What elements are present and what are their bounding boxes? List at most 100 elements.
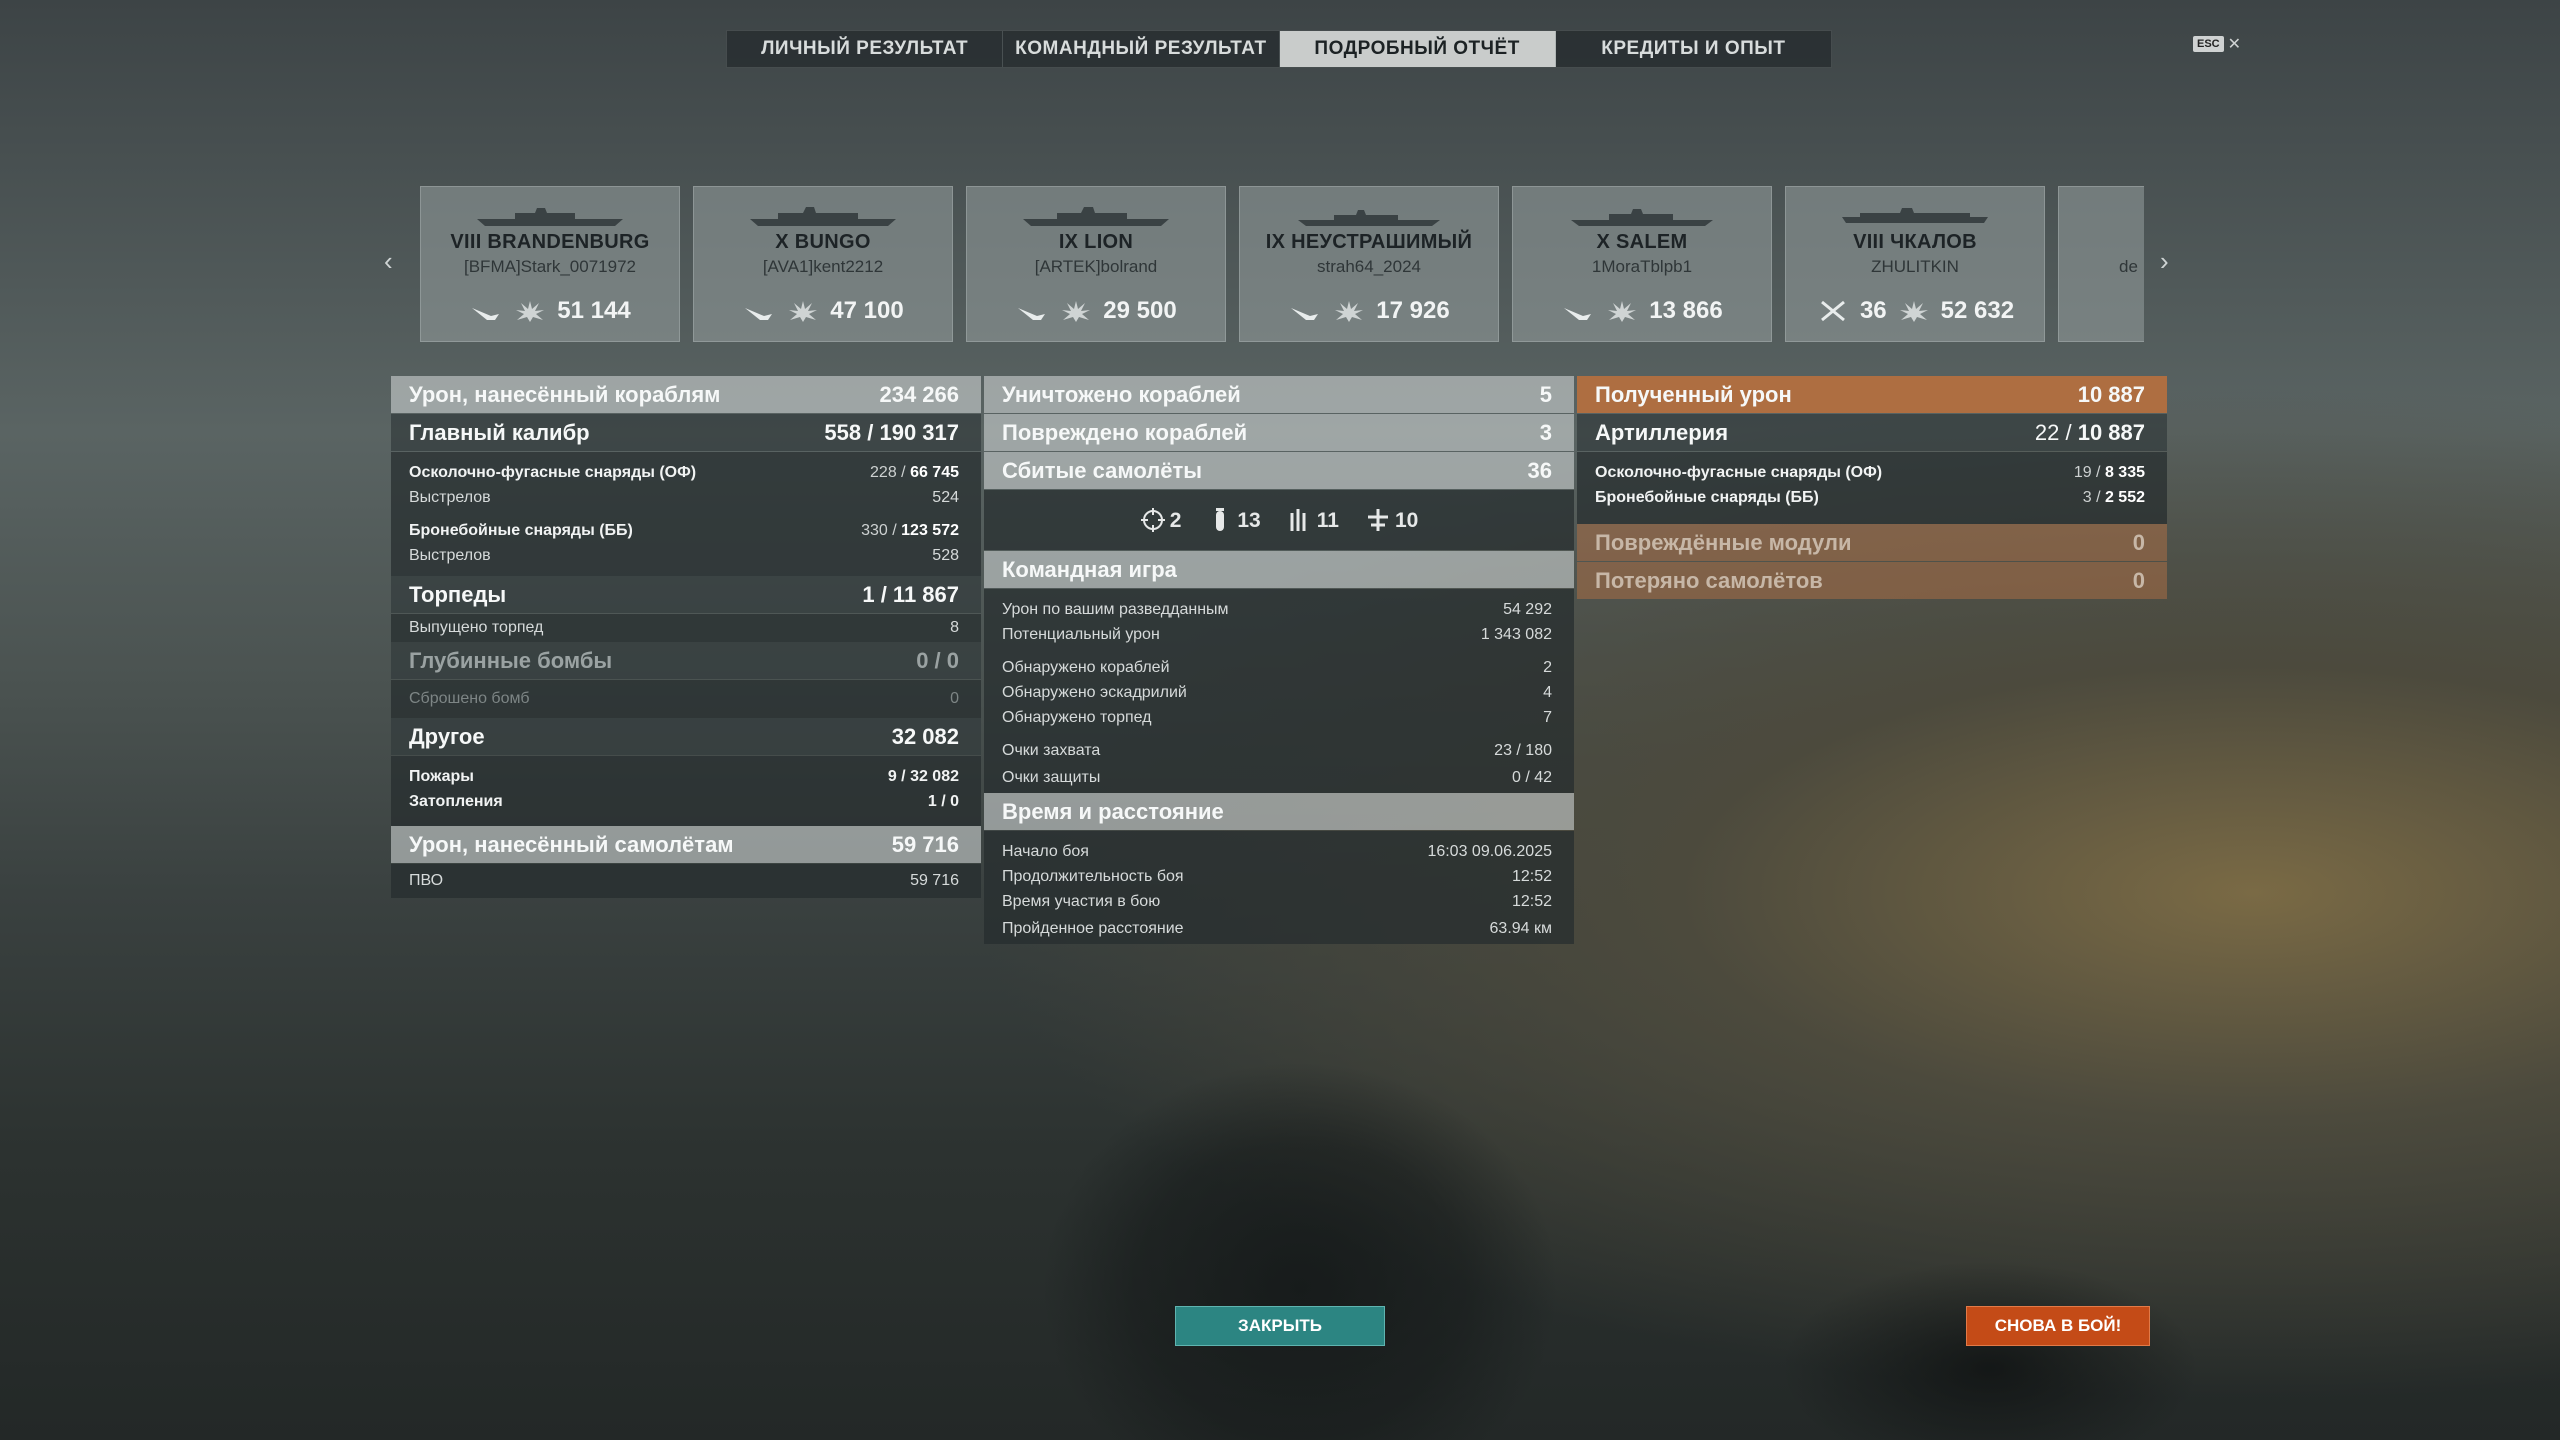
- battle-again-button[interactable]: СНОВА В БОЙ!: [1966, 1306, 2150, 1346]
- team-row-label: Урон по вашим разведданным: [1002, 600, 1229, 618]
- team-row-value: 1 343 082: [1480, 625, 1552, 643]
- received-he-label: Осколочно-фугасные снаряды (ОФ): [1595, 463, 1883, 481]
- torpedoes-row: Торпеды 1 / 11 867: [391, 576, 981, 613]
- ship-silhouette-icon: [1571, 209, 1713, 226]
- bombers-count: 13: [1237, 509, 1261, 532]
- ship-card[interactable]: VIII BRANDENBURG [BFMA]Stark_0071972 51 …: [420, 186, 680, 342]
- he-label: Осколочно-фугасные снаряды (ОФ): [409, 463, 697, 481]
- received-he-damage: 8 335: [2104, 463, 2145, 481]
- team-row-value: 54 292: [1503, 600, 1552, 618]
- ship-card[interactable]: IX LION [ARTEK]bolrand 29 500: [966, 186, 1226, 342]
- close-button[interactable]: ЗАКРЫТЬ: [1175, 1306, 1385, 1346]
- planes-lost-row: Потеряно самолётов 0: [1577, 562, 2167, 599]
- time-row-label: Время участия в бою: [1002, 892, 1161, 910]
- team-row: Обнаружено торпед 7: [984, 705, 1574, 730]
- time-row-label: Пройденное расстояние: [1002, 920, 1184, 937]
- main-battery-label: Главный калибр: [409, 419, 590, 445]
- ship-name: IX LION: [1058, 231, 1134, 253]
- main-battery-damage: 190 317: [879, 419, 959, 445]
- ship-damage-row: Урон, нанесённый кораблям 234 266: [391, 376, 981, 413]
- plane-damage-row: Урон, нанесённый самолётам 59 716: [391, 826, 981, 863]
- plane-damage-label: Урон, нанесённый самолётам: [409, 831, 734, 857]
- tab-team-result[interactable]: КОМАНДНЫЙ РЕЗУЛЬТАТ: [1003, 31, 1280, 67]
- chevron-right-icon[interactable]: ›: [2160, 246, 2169, 277]
- player-name: 1MoraTblpb1: [1591, 257, 1693, 276]
- ribbon-main-battery-icon: [745, 308, 773, 320]
- depth-dropped-value: 0: [950, 690, 959, 707]
- crosshair-icon: [1140, 508, 1165, 532]
- he-damage: 66 745: [910, 463, 959, 481]
- torpedoes-label: Торпеды: [409, 581, 507, 607]
- time-row-value: 12:52: [1511, 892, 1552, 910]
- team-row: Обнаружено эскадрилий 4: [984, 680, 1574, 705]
- team-row: Урон по вашим разведданным 54 292: [984, 597, 1574, 622]
- damage-burst-icon: [1335, 301, 1364, 322]
- damage-burst-icon: [516, 301, 545, 322]
- plane-damage-value: 59 716: [891, 831, 959, 857]
- depth-charges-label: Глубинные бомбы: [409, 647, 613, 673]
- damaged-modules-row: Повреждённые модули 0: [1577, 524, 2167, 561]
- team-play-header: Командная игра: [984, 551, 1574, 588]
- ship-card[interactable]: de: [2058, 186, 2144, 342]
- time-row-label: Продолжительность боя: [1002, 867, 1184, 885]
- he-shots-value: 524: [932, 488, 959, 506]
- damage-burst-icon: [789, 301, 818, 322]
- depth-charges-row: Глубинные бомбы 0 / 0: [391, 642, 981, 679]
- artillery-row: Артиллерия 22 / 10 887: [1577, 414, 2167, 451]
- spacer: [1577, 510, 2167, 524]
- player-name: [ARTEK]bolrand: [1034, 257, 1158, 276]
- he-shots-label: Выстрелов: [409, 488, 491, 506]
- team-row-label: Потенциальный урон: [1002, 625, 1160, 643]
- esc-key-label: ESC: [2193, 36, 2224, 52]
- player-name: strah64_2024: [1317, 257, 1421, 276]
- artillery-label: Артиллерия: [1595, 419, 1729, 445]
- torp-launched-value: 8: [950, 619, 959, 636]
- torpedoes-hits: 1 /: [862, 581, 893, 607]
- planes-shot-row: Сбитые самолёты 36: [984, 452, 1574, 489]
- torp-launched-row: Выпущено торпед 8: [391, 614, 981, 642]
- spacer: [391, 814, 981, 826]
- ship-card[interactable]: IX НЕУСТРАШИМЫЙ strah64_2024 17 926: [1239, 186, 1499, 342]
- ribbon-main-battery-icon: [1291, 308, 1319, 320]
- tab-personal-result[interactable]: ЛИЧНЫЙ РЕЗУЛЬТАТ: [727, 31, 1004, 67]
- other-label: Другое: [409, 723, 485, 749]
- he-row: Осколочно-фугасные снаряды (ОФ) 228 / 66 …: [391, 460, 981, 485]
- fires-label: Пожары: [409, 767, 474, 785]
- player-name: ZHULITKIN: [1871, 257, 1959, 276]
- damage-value: 17 926: [1376, 297, 1450, 324]
- damage-value: 13 866: [1649, 297, 1723, 324]
- ribbon-main-battery-icon: [1564, 308, 1592, 320]
- planes-shot-value: 36: [1527, 457, 1552, 483]
- ship-name: IX НЕУСТРАШИМЫЙ: [1265, 231, 1473, 253]
- ship-card[interactable]: VIII ЧКАЛОВ ZHULITKIN 36 52 632: [1785, 186, 2045, 342]
- ap-shots-label: Выстрелов: [409, 546, 491, 564]
- esc-close-button[interactable]: ESC ✕: [2193, 34, 2241, 54]
- team-row-value: 0 / 42: [1511, 769, 1552, 786]
- he-hits: 228 /: [870, 463, 911, 481]
- tab-detailed-report[interactable]: ПОДРОБНЫЙ ОТЧЁТ: [1279, 31, 1556, 67]
- received-damage-label: Полученный урон: [1595, 381, 1792, 407]
- time-row-value: 16:03 09.06.2025: [1427, 842, 1552, 860]
- fires-row: Пожары 9 / 32 082: [391, 764, 981, 789]
- torpedo-bomber-icon: [1367, 509, 1388, 531]
- tab-credits-xp[interactable]: КРЕДИТЫ И ОПЫТ: [1556, 31, 1831, 67]
- spacer: [984, 831, 1574, 839]
- ship-silhouette-icon: [750, 207, 896, 226]
- chevron-left-icon[interactable]: ‹: [384, 246, 393, 277]
- plane-shot-down-icon: [1820, 300, 1845, 322]
- damage-value: 51 144: [557, 297, 631, 324]
- ap-damage: 123 572: [901, 521, 959, 539]
- floods-row: Затопления 1 / 0: [391, 789, 981, 814]
- spacer: [391, 756, 981, 764]
- ship-card[interactable]: X BUNGO [AVA1]kent2212 47 100: [693, 186, 953, 342]
- ribbon-main-battery-icon: [472, 308, 500, 320]
- time-distance-label: Время и расстояние: [1002, 798, 1224, 824]
- team-row-label: Обнаружено эскадрилий: [1002, 683, 1187, 701]
- ship-name: VIII ЧКАЛОВ: [1853, 231, 1977, 253]
- depth-charges-value: 0 / 0: [916, 647, 959, 673]
- ship-card[interactable]: X SALEM 1MoraTblpb1 13 866: [1512, 186, 1772, 342]
- damage-burst-icon: [1899, 301, 1928, 322]
- spacer: [391, 510, 981, 518]
- ship-name: X BUNGO: [775, 231, 871, 253]
- depth-dropped-label: Сброшено бомб: [409, 690, 530, 707]
